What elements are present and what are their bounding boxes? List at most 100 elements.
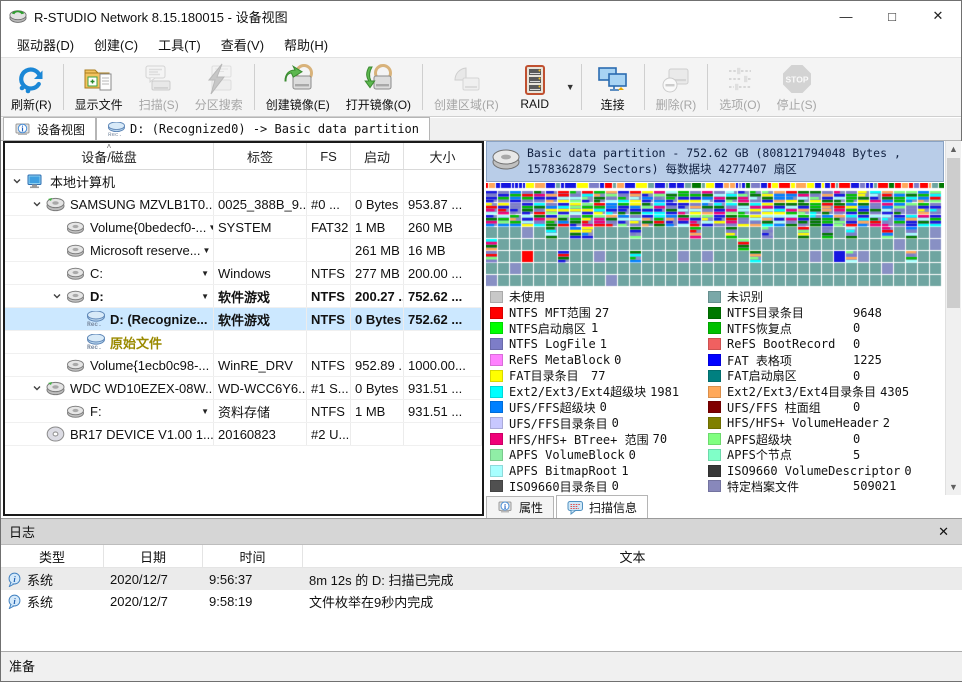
log-column-header-2[interactable]: 时间: [203, 545, 303, 567]
device-row-11[interactable]: BR17 DEVICE V1.00 1....20160823#2 U...: [5, 423, 482, 446]
device-column-header-4[interactable]: 大小: [404, 143, 482, 169]
boot-cell: 261 MB: [351, 239, 404, 261]
row-dropdown-icon[interactable]: ▼: [199, 407, 209, 416]
minimize-button[interactable]: —: [823, 1, 869, 31]
boot-cell: 952.89 ...: [351, 354, 404, 376]
open-image-icon: [362, 63, 394, 95]
boot-cell: 1 MB: [351, 400, 404, 422]
create-image-icon: [282, 63, 314, 95]
boot-cell: 277 MB: [351, 262, 404, 284]
menu-item-4[interactable]: 帮助(H): [274, 31, 338, 58]
main-area: 设备/磁盘˄标签FS启动大小 本地计算机SAMSUNG MZVLB1T0...0…: [1, 141, 962, 518]
device-column-header-2[interactable]: FS: [307, 143, 351, 169]
device-row-7[interactable]: Rec.原始文件: [5, 331, 482, 354]
fs-cell: #1 S...: [307, 377, 351, 399]
legend-color-chip: [708, 433, 721, 445]
label-cell: [214, 239, 307, 261]
scroll-thumb[interactable]: [947, 158, 960, 308]
row-dropdown-icon[interactable]: ▼: [201, 246, 211, 255]
log-column-header-0[interactable]: 类型: [1, 545, 104, 567]
log-column-header-3[interactable]: 文本: [303, 545, 962, 567]
device-row-2[interactable]: Volume{0bedecf0-...▼SYSTEMFAT321 MB260 M…: [5, 216, 482, 239]
volume-icon: [66, 242, 85, 258]
size-cell: 752.62 ...: [404, 285, 482, 307]
row-dropdown-icon[interactable]: ▼: [199, 292, 209, 301]
scroll-down-icon[interactable]: ▼: [946, 479, 961, 495]
legend-label: HFS/HFS+ VolumeHeader: [727, 416, 879, 430]
log-row-0[interactable]: i系统2020/12/79:56:378m 12s 的 D: 扫描已完成: [1, 568, 962, 590]
toolbar-button-label: 打开镜像(O): [346, 96, 411, 113]
toolbar-button-RAID[interactable]: RAID: [507, 60, 563, 114]
size-cell: 16 MB: [404, 239, 482, 261]
toolbar-button-O[interactable]: 打开镜像(O): [338, 60, 419, 114]
legend-color-chip: [490, 465, 503, 477]
menu-item-0[interactable]: 驱动器(D): [7, 31, 84, 58]
toolbar-button-[interactable]: 连接: [585, 60, 641, 114]
disk-icon: [491, 147, 521, 171]
device-row-3[interactable]: Microsoft reserve...▼261 MB16 MB: [5, 239, 482, 262]
toolbar-button-S: 扫描(S): [131, 60, 187, 114]
legend-label: NTFS LogFile: [509, 337, 596, 351]
device-name: D: (Recognize...: [110, 312, 208, 327]
menu-item-2[interactable]: 工具(T): [148, 31, 211, 58]
legend-color-chip: [490, 401, 503, 413]
computer-icon: [26, 173, 45, 189]
device-row-0[interactable]: 本地计算机: [5, 170, 482, 193]
device-view-icon: i: [14, 122, 32, 137]
tree-expander-icon[interactable]: [51, 290, 63, 302]
device-row-10[interactable]: F:▼资料存储NTFS1 MB931.51 ...: [5, 400, 482, 423]
scan-scrollbar[interactable]: ▲ ▼: [945, 141, 961, 495]
view-tab-1[interactable]: Rec.D: (Recognized0) -> Basic data parti…: [96, 117, 430, 140]
row-dropdown-icon[interactable]: ▼: [199, 269, 209, 278]
log-column-header-1[interactable]: 日期: [104, 545, 203, 567]
toolbar-button-E[interactable]: 创建镜像(E): [258, 60, 338, 114]
sub-tab-0[interactable]: i属性: [486, 496, 554, 518]
toolbar-button-R[interactable]: 刷新(R): [3, 60, 60, 114]
fs-cell: #0 ...: [307, 193, 351, 215]
toolbar-button-[interactable]: 显示文件: [67, 60, 131, 114]
device-row-8[interactable]: Volume{1ecb0c98-...▼WinRE_DRVNTFS952.89 …: [5, 354, 482, 377]
device-column-header-0[interactable]: 设备/磁盘˄: [5, 143, 214, 169]
size-cell: [404, 331, 482, 353]
sub-tab-1[interactable]: 扫描信息: [556, 495, 648, 518]
log-close-icon[interactable]: ✕: [932, 524, 955, 540]
legend-count: 5: [849, 448, 860, 462]
toolbar-button-R: 删除(R): [648, 60, 705, 114]
toolbar-button-label: 选项(O): [719, 96, 760, 113]
tree-expander-icon[interactable]: [31, 198, 43, 210]
device-column-header-1[interactable]: 标签: [214, 143, 307, 169]
row-dropdown-icon[interactable]: ▼: [209, 361, 214, 370]
legend-row-right-12: 特定档案文件509021: [708, 479, 942, 495]
log-row-1[interactable]: i系统2020/12/79:58:19文件枚举在9秒内完成: [1, 590, 962, 612]
close-button[interactable]: ✕: [915, 1, 961, 31]
legend-color-chip: [490, 417, 503, 429]
legend-count: 509021: [849, 479, 896, 493]
device-row-9[interactable]: WDC WD10EZEX-08W...WD-WCC6Y6...#1 S...0 …: [5, 377, 482, 400]
device-row-5[interactable]: D:▼软件游戏NTFS200.27 ...752.62 ...: [5, 285, 482, 308]
device-cell: 本地计算机: [5, 170, 214, 192]
menu-item-3[interactable]: 查看(V): [211, 31, 274, 58]
tree-expander-icon[interactable]: [11, 175, 23, 187]
device-row-6[interactable]: Rec.D: (Recognize...软件游戏NTFS0 Bytes752.6…: [5, 308, 482, 331]
view-tab-0[interactable]: i设备视图: [3, 117, 96, 140]
options-icon: [724, 63, 756, 95]
fs-cell: NTFS: [307, 354, 351, 376]
tree-expander-icon[interactable]: [31, 382, 43, 394]
device-column-header-3[interactable]: 启动: [351, 143, 404, 169]
menu-item-1[interactable]: 创建(C): [84, 31, 148, 58]
legend-column-left: 未使用NTFS MFT范围27NTFS启动扇区1NTFS LogFile1ReF…: [490, 289, 708, 495]
legend-row-right-2: NTFS恢复点0: [708, 321, 942, 337]
device-row-1[interactable]: SAMSUNG MZVLB1T0...0025_388B_9...#0 ...0…: [5, 193, 482, 216]
scan-block-map[interactable]: [486, 183, 944, 287]
scroll-up-icon[interactable]: ▲: [946, 141, 961, 157]
row-dropdown-icon[interactable]: ▼: [206, 223, 214, 232]
log-text-cell: 8m 12s 的 D: 扫描已完成: [303, 568, 962, 590]
legend-color-chip: [490, 322, 503, 334]
raid-dropdown-icon[interactable]: ▼: [563, 60, 578, 114]
toolbar-button-label: 连接: [601, 96, 625, 113]
device-row-4[interactable]: C:▼WindowsNTFS277 MB200.00 ...: [5, 262, 482, 285]
log-table-header: 类型日期时间文本: [1, 545, 962, 568]
toolbar-button-label: 扫描(S): [139, 96, 179, 113]
legend-color-chip: [708, 417, 721, 429]
maximize-button[interactable]: □: [869, 1, 915, 31]
